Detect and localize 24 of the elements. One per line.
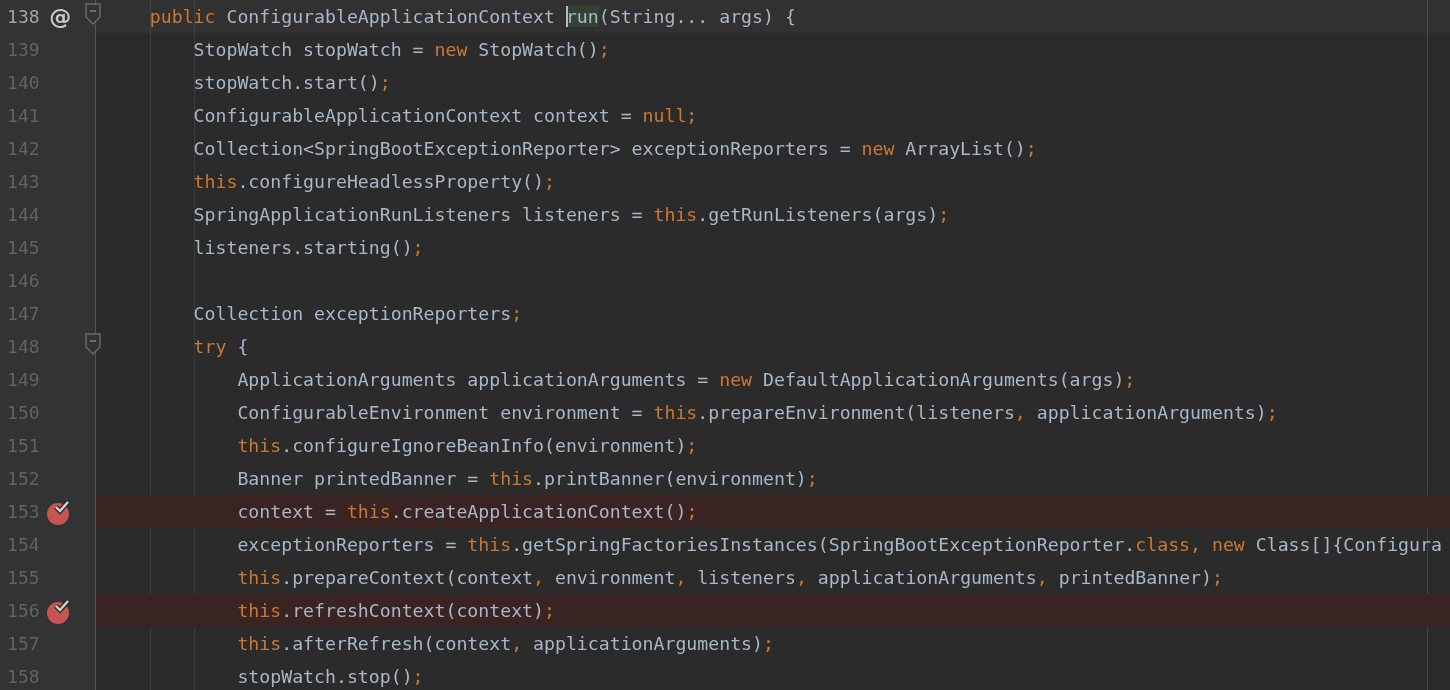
code-line: SpringApplicationRunListeners listeners = this.getRunListeners(args); xyxy=(192,204,950,225)
code-line: exceptionReporters = this.getSpringFactoriesInstances(SpringBootExceptionReporter.class, new Class[]{Configura xyxy=(236,534,1442,555)
code-line: this.refreshContext(context); xyxy=(236,600,555,621)
code-line: ApplicationArguments applicationArguments = new DefaultApplicationArguments(args); xyxy=(236,369,1136,390)
code-line: listeners.starting(); xyxy=(192,237,424,258)
code-line: public ConfigurableApplicationContext run(String... args) { xyxy=(148,6,796,27)
code-line: StopWatch stopWatch = new StopWatch(); xyxy=(192,39,610,60)
code-line: context = this.createApplicationContext(); xyxy=(236,501,698,522)
code-line: stopWatch.stop(); xyxy=(236,666,424,687)
code-line: Collection<SpringBootExceptionReporter> exceptionReporters = new ArrayList(); xyxy=(192,138,1037,159)
code-line: try { xyxy=(192,336,249,357)
fold-marker-icon[interactable] xyxy=(85,333,102,355)
code-line: this.configureHeadlessProperty(); xyxy=(192,171,555,192)
code-line: Banner printedBanner = this.printBanner(environment); xyxy=(236,468,818,489)
code-line: Collection exceptionReporters; xyxy=(192,303,523,324)
line-number: 138 xyxy=(6,6,40,27)
code-line: ConfigurableApplicationContext context = null; xyxy=(192,105,698,126)
override-marker[interactable]: @ xyxy=(49,4,72,29)
code-line: stopWatch.start(); xyxy=(192,72,391,93)
code-line: this.prepareContext(context, environment, listeners, applicationArguments, printedBanner); xyxy=(236,567,1223,588)
fold-marker-icon[interactable] xyxy=(85,3,102,25)
code-line: this.afterRefresh(context, applicationArguments); xyxy=(236,633,774,654)
code-line: ConfigurableEnvironment environment = this.prepareEnvironment(listeners, applicationArguments); xyxy=(236,402,1278,423)
code-line: this.configureIgnoreBeanInfo(environment); xyxy=(236,435,698,456)
